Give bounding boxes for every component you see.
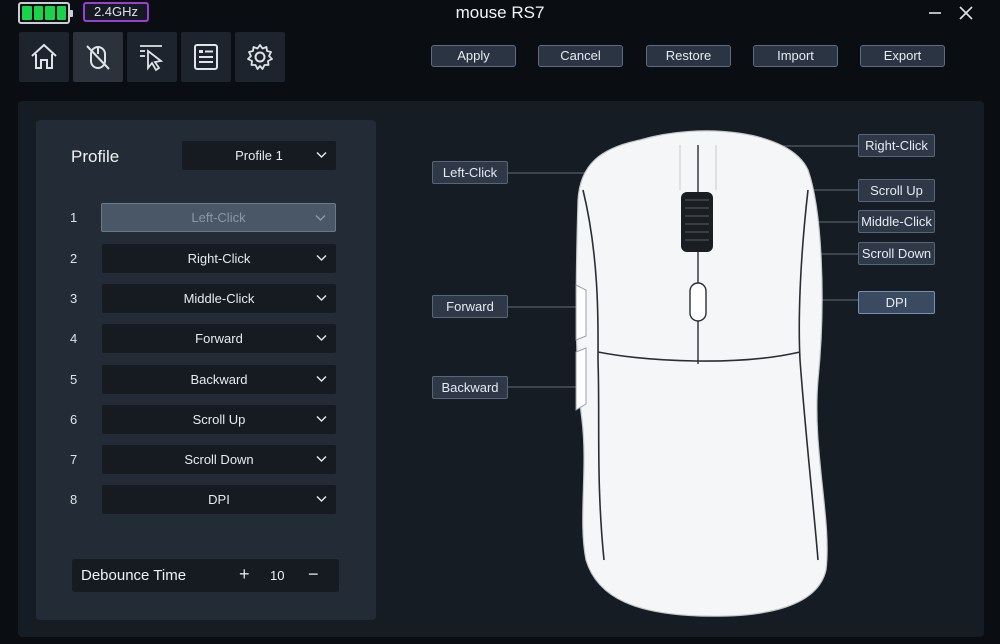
chevron-down-icon <box>315 214 326 222</box>
dpi-button-shape <box>689 282 707 322</box>
profile-select-value: Profile 1 <box>235 148 283 163</box>
button-8-value: DPI <box>208 492 230 507</box>
button-7-select[interactable]: Scroll Down <box>102 445 336 474</box>
nav-macro[interactable] <box>181 32 231 82</box>
label-backward[interactable]: Backward <box>432 376 508 399</box>
label-dpi[interactable]: DPI <box>858 291 935 314</box>
close-icon <box>959 6 973 20</box>
minimize-button[interactable] <box>924 3 946 23</box>
button-number: 1 <box>70 210 78 225</box>
button-4-value: Forward <box>195 331 243 346</box>
profile-label: Profile <box>71 147 120 166</box>
button-6-select[interactable]: Scroll Up <box>102 405 336 434</box>
apply-button[interactable]: Apply <box>431 45 516 67</box>
button-8-select[interactable]: DPI <box>102 485 336 514</box>
app-title: mouse RS7 <box>455 3 545 22</box>
profile-select[interactable]: Profile 1 <box>182 141 336 170</box>
pointer-speed-icon <box>140 45 164 72</box>
scroll-wheel <box>681 192 713 252</box>
button-6-value: Scroll Up <box>192 412 246 427</box>
chevron-down-icon <box>316 415 327 423</box>
chevron-down-icon <box>316 151 327 159</box>
cancel-button[interactable]: Cancel <box>538 45 623 67</box>
close-button[interactable] <box>955 3 977 23</box>
button-1-select[interactable]: Left-Click <box>101 203 336 232</box>
restore-button[interactable]: Restore <box>646 45 731 67</box>
button-number: 6 <box>70 412 78 427</box>
button-3-value: Middle-Click <box>183 291 255 306</box>
button-4-select[interactable]: Forward <box>102 324 336 353</box>
chevron-down-icon <box>316 334 327 342</box>
import-button[interactable]: Import <box>753 45 838 67</box>
button-5-value: Backward <box>190 372 248 387</box>
nav-home[interactable] <box>19 32 69 82</box>
export-button[interactable]: Export <box>860 45 945 67</box>
label-scroll-up[interactable]: Scroll Up <box>858 179 935 202</box>
chevron-down-icon <box>316 375 327 383</box>
debounce-decrease-button[interactable]: − <box>308 564 319 585</box>
button-number: 8 <box>70 492 78 507</box>
button-2-value: Right-Click <box>187 251 251 266</box>
debounce-label: Debounce Time <box>81 567 187 584</box>
chevron-down-icon <box>316 455 327 463</box>
label-forward[interactable]: Forward <box>432 295 508 318</box>
home-icon <box>31 43 57 69</box>
button-number: 2 <box>70 251 78 266</box>
minimize-icon <box>929 12 941 14</box>
button-1-value: Left-Click <box>191 210 246 225</box>
button-number: 4 <box>70 331 78 346</box>
debounce-value: 10 <box>270 568 285 583</box>
label-left-click[interactable]: Left-Click <box>432 161 508 184</box>
nav-pointer-speed[interactable] <box>127 32 177 82</box>
nav-mouse-settings[interactable] <box>73 32 123 82</box>
debounce-increase-button[interactable]: + <box>239 564 250 585</box>
chevron-down-icon <box>316 495 327 503</box>
gear-icon <box>247 44 273 70</box>
button-7-value: Scroll Down <box>184 452 254 467</box>
forward-side-button <box>575 284 587 341</box>
button-3-select[interactable]: Middle-Click <box>102 284 336 313</box>
chevron-down-icon <box>316 294 327 302</box>
nav-settings[interactable] <box>235 32 285 82</box>
label-middle-click[interactable]: Middle-Click <box>858 210 935 233</box>
button-5-select[interactable]: Backward <box>102 365 336 394</box>
label-scroll-down[interactable]: Scroll Down <box>858 242 935 265</box>
button-number: 5 <box>70 372 78 387</box>
macro-list-icon <box>194 44 218 70</box>
label-right-click[interactable]: Right-Click <box>858 134 935 157</box>
button-number: 7 <box>70 452 78 467</box>
debounce-control: Debounce Time + 10 − <box>72 559 339 592</box>
chevron-down-icon <box>316 254 327 262</box>
mouse-settings-icon <box>86 45 110 70</box>
backward-side-button <box>575 347 587 411</box>
button-number: 3 <box>70 291 78 306</box>
button-2-select[interactable]: Right-Click <box>102 244 336 273</box>
